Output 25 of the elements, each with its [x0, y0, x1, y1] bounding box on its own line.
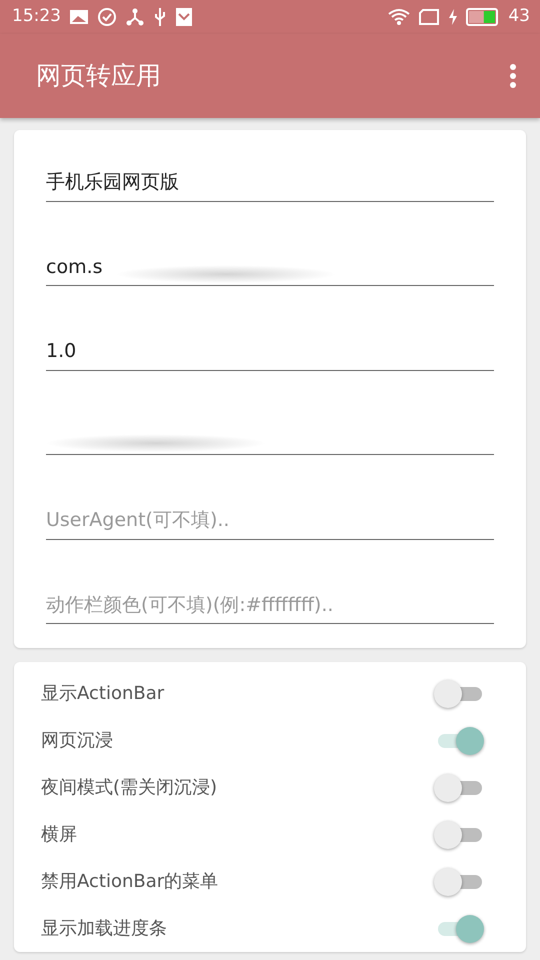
check-circle-icon	[97, 7, 117, 27]
sim-card-icon	[418, 8, 440, 26]
image-icon	[69, 8, 89, 26]
network-icon	[125, 7, 145, 27]
toggle-switch[interactable]	[434, 774, 484, 802]
app-title: 网页转应用	[36, 60, 161, 92]
switch-label: 显示ActionBar	[41, 682, 164, 706]
input-field[interactable]: 动作栏颜色(可不填)(例:#ffffffff)..	[46, 586, 494, 624]
battery-percent: 43	[508, 5, 530, 28]
charging-icon	[448, 8, 458, 26]
switch-label: 显示加载进度条	[41, 917, 167, 941]
input-field[interactable]: 1.0	[46, 333, 494, 370]
switch-label: 横屏	[41, 823, 77, 847]
toggle-switch[interactable]	[434, 868, 484, 896]
toggle-switch[interactable]	[434, 820, 484, 848]
switch-label: 禁用ActionBar的菜单	[41, 870, 218, 894]
switch-label: 网页沉浸	[41, 729, 113, 753]
more-menu-button[interactable]	[508, 63, 518, 89]
wifi-icon	[388, 8, 410, 26]
input-field[interactable]: UserAgent(可不填)..	[46, 502, 494, 540]
switch-label: 夜间模式(需关闭沉浸)	[41, 776, 218, 800]
input-field[interactable]: 手机乐园网页版	[46, 164, 494, 202]
battery-icon	[466, 8, 500, 26]
toggle-switch[interactable]	[434, 680, 484, 708]
status-time: 15:23	[12, 5, 61, 28]
